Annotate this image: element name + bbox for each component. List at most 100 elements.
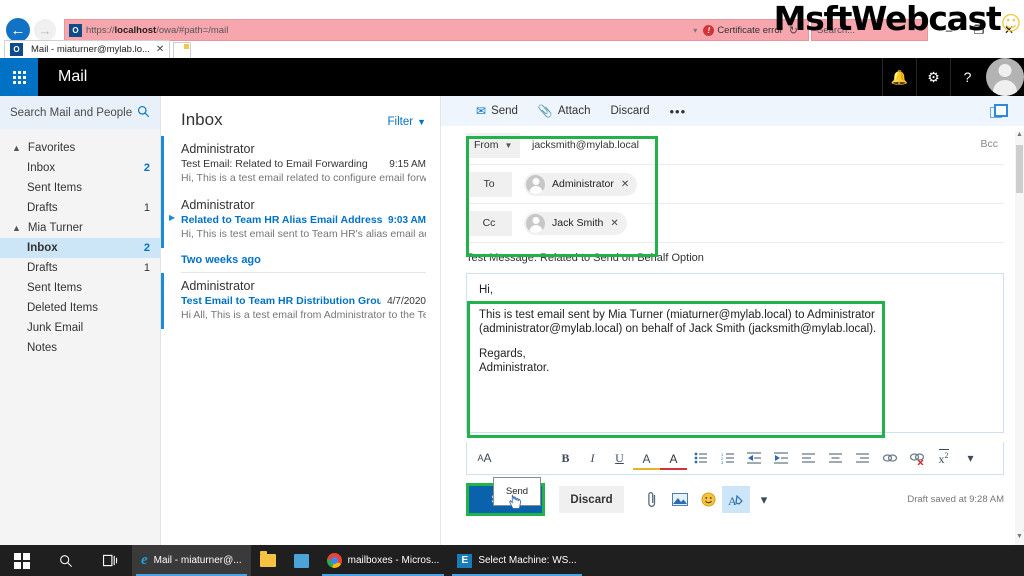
taskbar-search-icon[interactable] [44, 545, 88, 576]
remove-recipient-icon[interactable]: ✕ [621, 179, 629, 190]
bulleted-list-icon[interactable] [687, 443, 714, 473]
sidebar-item-drafts[interactable]: Drafts 1 [0, 258, 160, 278]
cc-recipient-chip[interactable]: Jack Smith ✕ [524, 211, 627, 235]
more-actions-icon[interactable]: ▾ [750, 486, 778, 513]
help-icon[interactable]: ? [950, 58, 984, 96]
attach-toolbar-button[interactable]: 📎 Attach [528, 96, 601, 126]
paperclip-icon: 📎 [537, 104, 553, 118]
forward-icon[interactable]: → [34, 19, 56, 41]
message-list-header: Inbox Filter ▼ [161, 96, 440, 136]
browser-tab[interactable]: O Mail - miaturner@mylab.lo... ✕ [4, 40, 171, 58]
message-body-editor[interactable]: Hi, This is test email sent by Mia Turne… [466, 273, 1004, 433]
taskbar-app-store[interactable] [285, 545, 318, 576]
browser-tab-row: O Mail - miaturner@mylab.lo... ✕ [0, 40, 1024, 59]
address-dropdown-icon[interactable]: ▾ [693, 26, 697, 35]
start-button[interactable] [0, 545, 44, 576]
to-label[interactable]: To [466, 171, 512, 197]
new-tab-button[interactable] [173, 42, 192, 58]
decrease-indent-icon[interactable] [741, 443, 768, 473]
avatar [526, 174, 545, 194]
certificate-error-badge[interactable]: ! Certificate error [703, 24, 783, 36]
address-bar[interactable]: O https://localhost/owa/#path=/mail ▾ ! C… [64, 19, 809, 41]
taskbar-app-file-explorer[interactable] [251, 545, 285, 576]
align-center-icon[interactable] [822, 443, 849, 473]
align-right-icon[interactable] [849, 443, 876, 473]
user-avatar[interactable] [986, 58, 1024, 96]
taskbar-app-label: Select Machine: WS... [478, 555, 577, 566]
sidebar-item-favorites-drafts[interactable]: Drafts 1 [0, 198, 160, 218]
bcc-button[interactable]: Bcc [980, 138, 998, 150]
pop-out-icon[interactable] [990, 104, 1008, 118]
url-host: localhost [114, 24, 157, 36]
sidebar-item-junk-email[interactable]: Junk Email [0, 318, 160, 338]
sidebar-item-inbox[interactable]: Inbox 2 [0, 238, 160, 258]
align-left-icon[interactable] [795, 443, 822, 473]
notifications-icon[interactable]: 🔔 [882, 58, 916, 96]
cc-label[interactable]: Cc [466, 210, 512, 236]
list-item[interactable]: Administrator Test Email to Team HR Dist… [161, 273, 440, 329]
task-view-icon[interactable] [88, 545, 132, 576]
sidebar-group-header-mia-turner[interactable]: ▲ Mia Turner [0, 218, 160, 238]
notifications-glyph: 🔔 [890, 68, 909, 85]
increase-indent-icon[interactable] [768, 443, 795, 473]
taskbar-app-exchange[interactable]: E Select Machine: WS... [448, 545, 585, 576]
compose-scrollbar[interactable]: ▲ ▼ [1015, 131, 1024, 545]
list-item[interactable]: ▶ Administrator Related to Team HR Alias… [161, 192, 440, 248]
back-icon[interactable]: ← [6, 18, 30, 42]
scroll-up-arrow[interactable]: ▲ [1015, 131, 1024, 143]
list-item[interactable]: Administrator Test Email: Related to Ema… [161, 136, 440, 192]
emoji-icon[interactable] [694, 486, 722, 513]
subject-field[interactable]: Test Message: Related to Send on Behalf … [441, 243, 1024, 273]
sidebar-item-deleted-items[interactable]: Deleted Items [0, 298, 160, 318]
more-formatting-icon[interactable]: ▾ [957, 443, 984, 473]
from-selector[interactable]: From ▼ [466, 132, 520, 158]
signature-icon[interactable]: A [722, 486, 750, 513]
unread-bar [161, 192, 164, 248]
highlight-icon[interactable]: A [633, 450, 660, 470]
compose-action-row: Send Discard A ▾ Draft saved at 9:28 AM [466, 483, 1004, 516]
font-color-icon[interactable]: A [660, 450, 687, 470]
message-preview: Hi, This is a test email related to conf… [181, 172, 426, 184]
avatar [526, 213, 545, 233]
from-label: From [474, 139, 499, 151]
discard-button[interactable]: Discard [559, 486, 624, 513]
discard-toolbar-button[interactable]: Discard [600, 96, 659, 126]
bold-icon[interactable]: B [552, 443, 579, 473]
taskbar-app-mail[interactable]: e Mail - miaturner@... [132, 545, 251, 576]
sidebar-item-favorites-sent-items[interactable]: Sent Items [0, 178, 160, 198]
sidebar-item-notes[interactable]: Notes [0, 338, 160, 358]
settings-gear-icon[interactable]: ⚙ [916, 58, 950, 96]
sidebar: Search Mail and People ▲ Favorites Inbox… [0, 96, 161, 545]
message-list: Inbox Filter ▼ Administrator Test Email: … [161, 96, 441, 545]
tab-favicon: O [10, 43, 23, 56]
search-input[interactable]: Search Mail and People [0, 96, 160, 129]
sidebar-item-favorites-inbox[interactable]: Inbox 2 [0, 158, 160, 178]
back-glyph: ← [10, 21, 26, 39]
send-toolbar-button[interactable]: ✉ Send [466, 96, 528, 126]
scrollbar-thumb[interactable] [1016, 145, 1023, 193]
more-options-icon[interactable]: ••• [659, 104, 696, 119]
expand-arrow-icon[interactable]: ▶ [169, 213, 175, 222]
insert-link-icon[interactable] [876, 443, 903, 473]
search-icon[interactable] [137, 105, 150, 121]
scroll-down-arrow[interactable]: ▼ [1015, 533, 1024, 545]
remove-recipient-icon[interactable]: ✕ [610, 218, 618, 229]
sidebar-group-header-favorites[interactable]: ▲ Favorites [0, 138, 160, 158]
font-size-icon[interactable]: AA [471, 443, 498, 473]
superscript-icon[interactable]: x2 [930, 443, 957, 473]
url-suffix: /owa/#path=/mail [156, 24, 229, 36]
sidebar-item-sent-items[interactable]: Sent Items [0, 278, 160, 298]
italic-icon[interactable]: I [579, 443, 606, 473]
tab-close-icon[interactable]: ✕ [156, 44, 164, 55]
taskbar-app-chrome[interactable]: mailboxes - Micros... [318, 545, 449, 576]
attach-file-icon[interactable] [638, 486, 666, 513]
underline-icon[interactable]: U [606, 443, 633, 473]
message-date: 9:03 AM [388, 215, 426, 226]
from-value[interactable]: jacksmith@mylab.local [532, 139, 639, 151]
filter-button[interactable]: Filter ▼ [388, 116, 426, 128]
app-launcher-icon[interactable] [0, 58, 38, 96]
to-recipient-chip[interactable]: Administrator ✕ [524, 172, 638, 196]
insert-image-icon[interactable] [666, 486, 694, 513]
numbered-list-icon[interactable]: 123 [714, 443, 741, 473]
remove-link-icon[interactable] [903, 443, 930, 473]
